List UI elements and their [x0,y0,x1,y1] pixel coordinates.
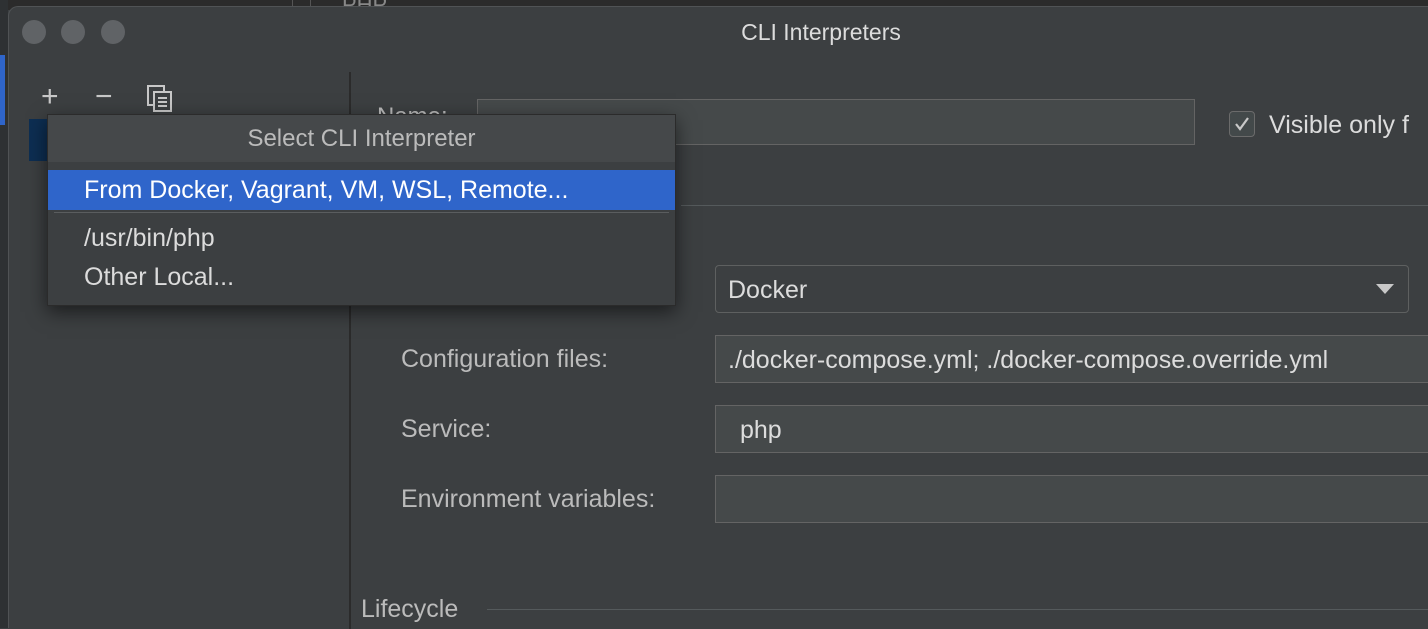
service-value: php [740,416,782,444]
server-select-value: Docker [728,276,808,304]
plus-icon[interactable]: + [41,82,59,112]
popup-separator [54,212,669,213]
minus-icon[interactable]: − [95,82,113,112]
popup-item-from-docker[interactable]: From Docker, Vagrant, VM, WSL, Remote... [48,170,675,210]
checkmark-icon [1235,117,1249,131]
window-title: CLI Interpreters [741,19,901,45]
lifecycle-section-title: Lifecycle [361,595,459,623]
configuration-files-value: ./docker-compose.yml; ./docker-compose.o… [728,346,1329,374]
background-selection [0,55,5,125]
lifecycle-divider [487,609,1428,610]
section-divider [681,205,1428,206]
server-select[interactable]: Docker [715,265,1409,313]
environment-variables-label: Environment variables: [401,485,656,513]
visible-only-label: Visible only f [1269,111,1409,139]
copy-icon[interactable] [147,85,173,113]
service-field[interactable]: php [715,405,1428,453]
popup-header: Select CLI Interpreter [48,115,675,162]
visible-only-checkbox[interactable] [1229,111,1255,137]
chevron-down-icon [1376,284,1394,294]
cli-interpreters-dialog: CLI Interpreters + − Name: Visible only … [8,6,1428,629]
configuration-files-field[interactable]: ./docker-compose.yml; ./docker-compose.o… [715,335,1428,383]
select-cli-interpreter-popup: Select CLI Interpreter From Docker, Vagr… [47,114,676,306]
configuration-files-label: Configuration files: [401,345,609,373]
title-bar: CLI Interpreters [9,7,1428,57]
background-app-sidebar [0,0,8,628]
service-label: Service: [401,415,492,443]
environment-variables-field[interactable] [715,475,1428,523]
popup-item-other-local[interactable]: Other Local... [48,257,675,297]
popup-item-usr-bin-php[interactable]: /usr/bin/php [48,218,675,258]
